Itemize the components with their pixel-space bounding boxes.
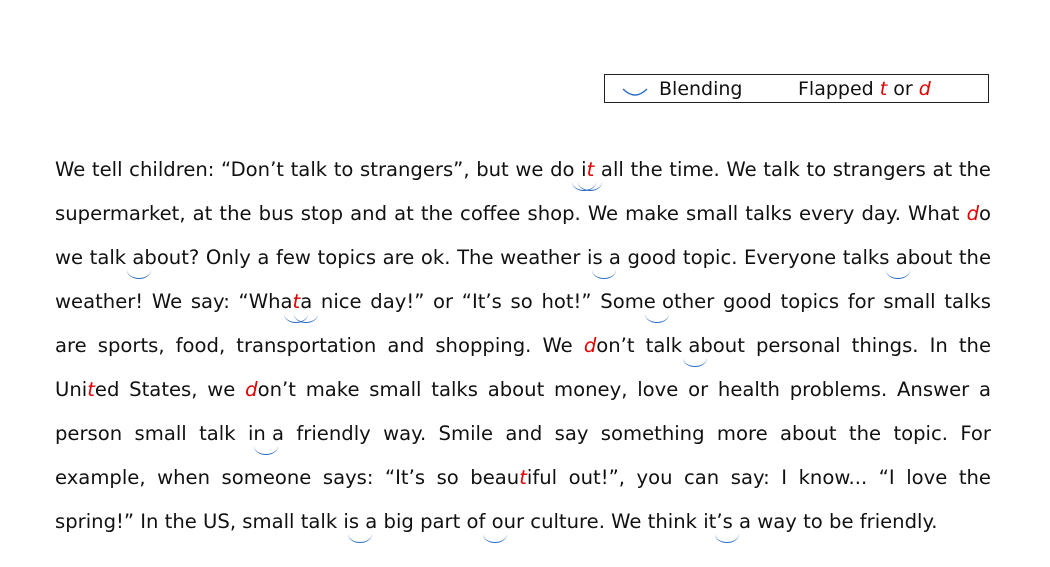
- blended-words: it’s a: [703, 500, 751, 544]
- blended-words: is a: [587, 236, 621, 280]
- blended-words: Some other: [600, 280, 714, 324]
- blended-words: of our: [466, 500, 524, 544]
- flapped-letter: t: [87, 378, 95, 401]
- passage-text: We tell children: “Don’t talk to strange…: [55, 158, 582, 181]
- flapped-blended-letter: t: [578, 148, 602, 192]
- passage-text: on’t: [596, 334, 646, 357]
- passage-text: good topic. Everyone: [620, 246, 843, 269]
- passage-text: ? Only a few topics are ok. The weather: [188, 246, 587, 269]
- blended-words: is a: [343, 500, 377, 544]
- blended-words: a: [294, 280, 319, 324]
- legend-flapped-label: Flapped t or d: [798, 78, 931, 100]
- legend-flapped-d: d: [918, 78, 931, 100]
- flapped-letter: d: [966, 202, 979, 225]
- blended-words: talks about: [843, 236, 952, 280]
- passage-text: culture. We think: [524, 510, 704, 533]
- legend-blending-label: Blending: [659, 78, 743, 100]
- flapped-letter: d: [583, 334, 597, 357]
- legend-flapped-or: or: [893, 78, 913, 100]
- flapped-letter: d: [245, 378, 258, 401]
- legend-flapped-prefix: Flapped: [798, 78, 874, 100]
- passage-text: ed States, we: [94, 378, 246, 401]
- blended-words: in a: [248, 412, 284, 456]
- blended-words: talk about: [90, 236, 189, 280]
- passage-text: nice day!” or “It’s so hot!”: [312, 290, 601, 313]
- legend-flapped-t: t: [879, 78, 888, 100]
- reading-passage: We tell children: “Don’t talk to strange…: [55, 148, 991, 544]
- passage-text: big part: [377, 510, 467, 533]
- blended-words: talk about: [646, 324, 745, 368]
- blending-arc-icon: [622, 88, 648, 96]
- legend-box: Blending Flapped t or d: [604, 74, 989, 103]
- passage-text: way to be friendly.: [751, 510, 938, 533]
- flapped-letter: t: [519, 466, 527, 489]
